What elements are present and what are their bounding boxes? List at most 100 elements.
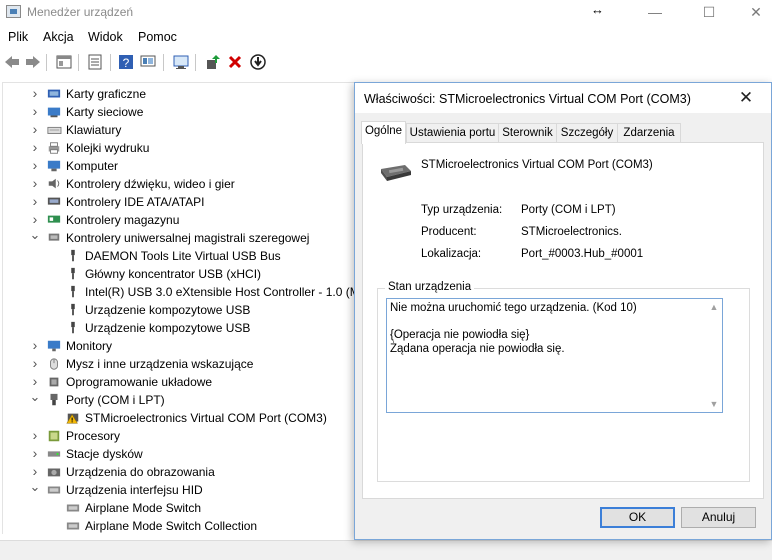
tree-device[interactable]: Airplane Mode Switch: [3, 499, 354, 517]
usb-plug-icon: [71, 267, 75, 280]
ok-button[interactable]: OK: [600, 507, 675, 528]
tree-item-label: Kontrolery IDE ATA/ATAPI: [66, 195, 205, 209]
tree-category[interactable]: › Karty graficzne: [3, 85, 354, 103]
display-icon[interactable]: [139, 53, 157, 71]
close-window-button[interactable]: ✕: [733, 0, 772, 25]
toolbar: ?: [0, 50, 772, 76]
disable-device-icon[interactable]: [249, 53, 267, 71]
status-scrollbar[interactable]: ▲ ▼: [706, 299, 722, 412]
tree-category[interactable]: › Monitory: [3, 337, 354, 355]
disk-drive-icon: [47, 451, 61, 457]
tab-sterownik[interactable]: Sterownik: [498, 123, 557, 143]
tree-category[interactable]: › Kolejki wydruku: [3, 139, 354, 157]
tree-item-label: Porty (COM i LPT): [66, 393, 165, 407]
chevron-right-icon[interactable]: ›: [29, 85, 41, 103]
tab-zdarzenia[interactable]: Zdarzenia: [617, 123, 681, 143]
tree-device[interactable]: Główny koncentrator USB (xHCI): [3, 265, 354, 283]
monitor-icon: [47, 340, 61, 352]
menu-akcja[interactable]: Akcja: [43, 30, 74, 44]
tree-category[interactable]: › Procesory: [3, 427, 354, 445]
tree-device[interactable]: Urządzenie kompozytowe USB: [3, 301, 354, 319]
tree-category[interactable]: › Karty sieciowe: [3, 103, 354, 121]
hid-device-icon: [66, 522, 80, 530]
usb-plug-icon: [71, 285, 75, 298]
tree-category[interactable]: › Klawiatury: [3, 121, 354, 139]
tree-item-label: Komputer: [66, 159, 119, 173]
minimize-button[interactable]: —: [632, 0, 678, 25]
toolbar-separator: [46, 54, 47, 71]
menu-plik[interactable]: Plik: [8, 30, 28, 44]
scroll-up-icon[interactable]: ▲: [706, 299, 722, 315]
chevron-right-icon[interactable]: ›: [29, 139, 41, 157]
toolbar-separator: [163, 54, 164, 71]
tree-category[interactable]: › Oprogramowanie układowe: [3, 373, 354, 391]
warning-icon: [66, 413, 79, 424]
chevron-right-icon[interactable]: ›: [29, 337, 41, 355]
chevron-right-icon[interactable]: ›: [29, 121, 41, 139]
display-adapter-icon: [47, 89, 61, 98]
help-icon[interactable]: ?: [117, 53, 135, 71]
status-bar: [0, 540, 772, 560]
chevron-right-icon[interactable]: ›: [29, 103, 41, 121]
tree-category[interactable]: › Kontrolery dźwięku, wideo i gier: [3, 175, 354, 193]
tree-category[interactable]: › Mysz i inne urządzenia wskazujące: [3, 355, 354, 373]
device-type-value: Porty (COM i LPT): [521, 204, 616, 216]
manufacturer-label: Producent:: [421, 226, 477, 238]
chevron-down-icon[interactable]: ⌄: [29, 480, 41, 499]
tab-ustawienia-portu[interactable]: Ustawienia portu: [406, 123, 499, 143]
chevron-right-icon[interactable]: ›: [29, 445, 41, 463]
tab-ogolne[interactable]: Ogólne: [361, 121, 406, 144]
status-line: {Operacja nie powiodła się}: [390, 329, 530, 341]
tree-device[interactable]: DAEMON Tools Lite Virtual USB Bus: [3, 247, 354, 265]
maximize-button[interactable]: ☐: [686, 0, 732, 25]
tree-category[interactable]: › Stacje dysków: [3, 445, 354, 463]
speaker-icon: [48, 178, 60, 189]
device-status-textbox[interactable]: Nie można uruchomić tego urządzenia. (Ko…: [386, 298, 723, 413]
tree-device[interactable]: Urządzenie kompozytowe USB: [3, 319, 354, 337]
tree-device[interactable]: STMicroelectronics Virtual COM Port (COM…: [3, 409, 354, 427]
scan-hardware-icon[interactable]: [172, 53, 190, 71]
tab-szczegoly[interactable]: Szczegóły: [556, 123, 618, 143]
tree-category[interactable]: › Kontrolery magazynu: [3, 211, 354, 229]
forward-icon[interactable]: [24, 53, 42, 71]
chevron-right-icon[interactable]: ›: [29, 157, 41, 175]
device-list-icon[interactable]: [86, 53, 104, 71]
tree-item-label: Monitory: [66, 339, 113, 353]
usb-icon: [48, 233, 60, 241]
tree-category[interactable]: ⌄ Porty (COM i LPT): [3, 390, 354, 409]
tree-category[interactable]: ⌄ Kontrolery uniwersalnej magistrali szer…: [3, 228, 354, 247]
dialog-close-button[interactable]: ✕: [731, 87, 761, 109]
tree-item-label: Kolejki wydruku: [66, 141, 150, 155]
tree-category[interactable]: › Kontrolery IDE ATA/ATAPI: [3, 193, 354, 211]
menu-pomoc[interactable]: Pomoc: [138, 30, 177, 44]
menu-bar: Plik Akcja Widok Pomoc: [0, 27, 772, 48]
chevron-right-icon[interactable]: ›: [29, 427, 41, 445]
tree-item-label: Urządzenie kompozytowe USB: [85, 321, 251, 335]
uninstall-icon[interactable]: [226, 53, 244, 71]
scroll-down-icon[interactable]: ▼: [706, 396, 722, 412]
tree-item-label: Oprogramowanie układowe: [66, 375, 213, 389]
properties-view-icon[interactable]: [55, 53, 73, 71]
chevron-right-icon[interactable]: ›: [29, 193, 41, 211]
chevron-down-icon[interactable]: ⌄: [29, 390, 41, 409]
cancel-button[interactable]: Anuluj: [681, 507, 756, 528]
tree-category[interactable]: › Komputer: [3, 157, 354, 175]
menu-widok[interactable]: Widok: [88, 30, 123, 44]
tree-category[interactable]: › Urządzenia do obrazowania: [3, 463, 354, 481]
tree-category[interactable]: ⌄ Urządzenia interfejsu HID: [3, 480, 354, 499]
camera-icon: [47, 468, 61, 477]
ide-controller-icon: [47, 197, 61, 205]
tree-item-label: Airplane Mode Switch Collection: [85, 519, 258, 533]
back-icon[interactable]: [3, 53, 21, 71]
update-driver-icon[interactable]: [204, 53, 222, 71]
tree-device[interactable]: Intel(R) USB 3.0 eXtensible Host Control…: [3, 283, 354, 301]
tab-panel-general: STMicroelectronics Virtual COM Port (COM…: [362, 142, 764, 499]
network-adapter-icon: [47, 107, 61, 118]
tree-device[interactable]: Airplane Mode Switch Collection: [3, 517, 354, 534]
chevron-right-icon[interactable]: ›: [29, 175, 41, 193]
port-icon: [50, 393, 58, 406]
chevron-down-icon[interactable]: ⌄: [29, 228, 41, 247]
chevron-right-icon[interactable]: ›: [29, 355, 41, 373]
tree-item-label: Karty graficzne: [66, 87, 147, 101]
hid-icon: [47, 486, 61, 494]
